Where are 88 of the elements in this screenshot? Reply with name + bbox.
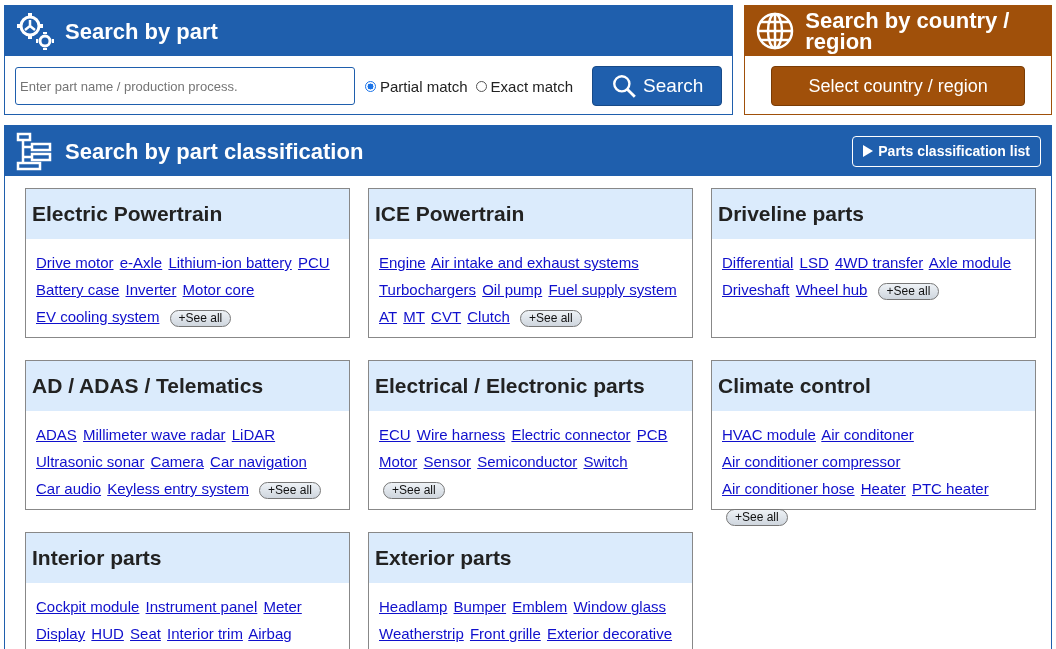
part-link[interactable]: EV cooling system — [36, 308, 160, 325]
radio-label[interactable]: Partial match — [380, 77, 468, 95]
part-link[interactable]: Axle module — [928, 254, 1012, 271]
category-title: Interior parts — [26, 533, 349, 583]
category-title: AD / ADAS / Telematics — [26, 361, 349, 411]
category-title: Electrical / Electronic parts — [369, 361, 692, 411]
part-link[interactable]: Battery case — [36, 281, 120, 298]
part-link[interactable]: Front grille — [469, 625, 541, 642]
part-link[interactable]: Semiconductor — [477, 453, 578, 470]
part-link[interactable]: ADAS — [36, 426, 77, 443]
panel-title: Search by country / region — [805, 10, 1011, 52]
part-link[interactable]: LSD — [799, 254, 829, 271]
part-link[interactable]: Air conditioner hose — [722, 480, 855, 497]
part-link[interactable]: Interior trim — [167, 625, 243, 642]
see-all-button[interactable]: +See all — [519, 309, 582, 327]
part-link[interactable]: 4WD transfer — [834, 254, 924, 271]
part-link[interactable]: Heater — [860, 480, 906, 497]
part-link[interactable]: Driveshaft — [722, 281, 790, 298]
category-title: Electric Powertrain — [26, 189, 349, 239]
part-link[interactable]: LiDAR — [231, 426, 276, 443]
gears-icon — [15, 11, 55, 51]
part-link[interactable]: Instrument panel — [145, 598, 258, 615]
part-link[interactable]: Cockpit module — [36, 598, 140, 615]
part-link[interactable]: Lithium-ion battery — [168, 254, 292, 271]
part-link[interactable]: Display — [36, 625, 86, 642]
part-link[interactable]: MT — [403, 308, 425, 325]
panel-title: Search by part — [65, 20, 218, 42]
part-link[interactable]: Headlamp — [379, 598, 448, 615]
radio-label[interactable]: Exact match — [490, 77, 574, 95]
part-link[interactable]: Car navigation — [210, 453, 307, 470]
part-link[interactable]: Drive motor — [36, 254, 114, 271]
part-link[interactable]: Motor core — [182, 281, 255, 298]
globe-icon — [755, 11, 796, 51]
part-link[interactable]: Seat — [130, 625, 161, 642]
part-link[interactable]: Bumper — [453, 598, 507, 615]
part-link[interactable]: Emblem — [512, 598, 568, 615]
part-link[interactable]: Window glass — [573, 598, 666, 615]
part-link[interactable]: Turbochargers — [379, 281, 476, 298]
part-link[interactable]: Car audio — [36, 480, 102, 497]
category-title: Driveline parts — [712, 189, 1035, 239]
part-link[interactable]: Sensor — [423, 453, 472, 470]
part-link[interactable]: Motor — [379, 453, 418, 470]
see-all-button[interactable]: +See all — [383, 481, 445, 499]
category-title: Climate control — [712, 361, 1035, 411]
search-icon — [611, 73, 638, 99]
category-title: Exterior parts — [369, 533, 692, 583]
part-link[interactable]: Meter — [263, 598, 302, 615]
part-link[interactable]: Electric connector — [511, 426, 631, 443]
part-link[interactable]: Wheel hub — [795, 281, 868, 298]
part-link[interactable]: Clutch — [467, 308, 510, 325]
category-title: ICE Powertrain — [369, 189, 692, 239]
part-link[interactable]: Ultrasonic sonar — [36, 453, 145, 470]
panel-title: Search by part classification — [65, 140, 364, 162]
part-link[interactable]: HVAC module — [722, 426, 816, 443]
see-all-button[interactable]: +See all — [259, 481, 321, 499]
search-button[interactable]: Search — [592, 66, 723, 106]
classification-list-button[interactable]: Parts classification list — [852, 135, 1041, 167]
part-link[interactable]: Air conditioner compressor — [722, 453, 901, 470]
part-link[interactable]: Switch — [583, 453, 628, 470]
part-link[interactable]: Oil pump — [482, 281, 543, 298]
part-link[interactable]: PCU — [297, 254, 330, 271]
select-country-button[interactable]: Select country / region — [771, 66, 1026, 106]
part-link[interactable]: PTC heater — [911, 480, 989, 497]
part-link[interactable]: PCB — [636, 426, 668, 443]
part-link[interactable]: Millimeter wave radar — [83, 426, 226, 443]
part-link[interactable]: Fuel supply system — [548, 281, 677, 298]
part-link[interactable]: Air intake and exhaust systems — [431, 254, 639, 271]
see-all-button[interactable]: +See all — [726, 508, 788, 526]
part-link[interactable]: Keyless entry system — [107, 480, 249, 497]
part-link[interactable]: Differential — [722, 254, 794, 271]
part-link[interactable]: HUD — [91, 625, 124, 642]
part-link[interactable]: Weatherstrip — [379, 625, 464, 642]
part-link[interactable]: e-Axle — [119, 254, 163, 271]
part-link[interactable]: Camera — [150, 453, 204, 470]
part-link[interactable]: Inverter — [125, 281, 177, 298]
part-link[interactable]: CVT — [431, 308, 462, 325]
radio-button[interactable] — [365, 80, 376, 92]
search-field[interactable]: Enter part name / production process. — [15, 67, 355, 105]
part-link[interactable]: Wire harness — [416, 426, 506, 443]
play-icon — [863, 145, 874, 157]
part-link[interactable]: ECU — [379, 426, 411, 443]
see-all-button[interactable]: +See all — [877, 282, 940, 300]
see-all-button[interactable]: +See all — [169, 309, 232, 327]
part-link[interactable]: Airbag — [248, 625, 292, 642]
part-link[interactable]: AT — [379, 308, 398, 325]
part-link[interactable]: Air conditoner — [821, 426, 914, 443]
part-link[interactable]: Exterior decorative — [546, 625, 673, 642]
part-link[interactable]: Engine — [379, 254, 426, 271]
